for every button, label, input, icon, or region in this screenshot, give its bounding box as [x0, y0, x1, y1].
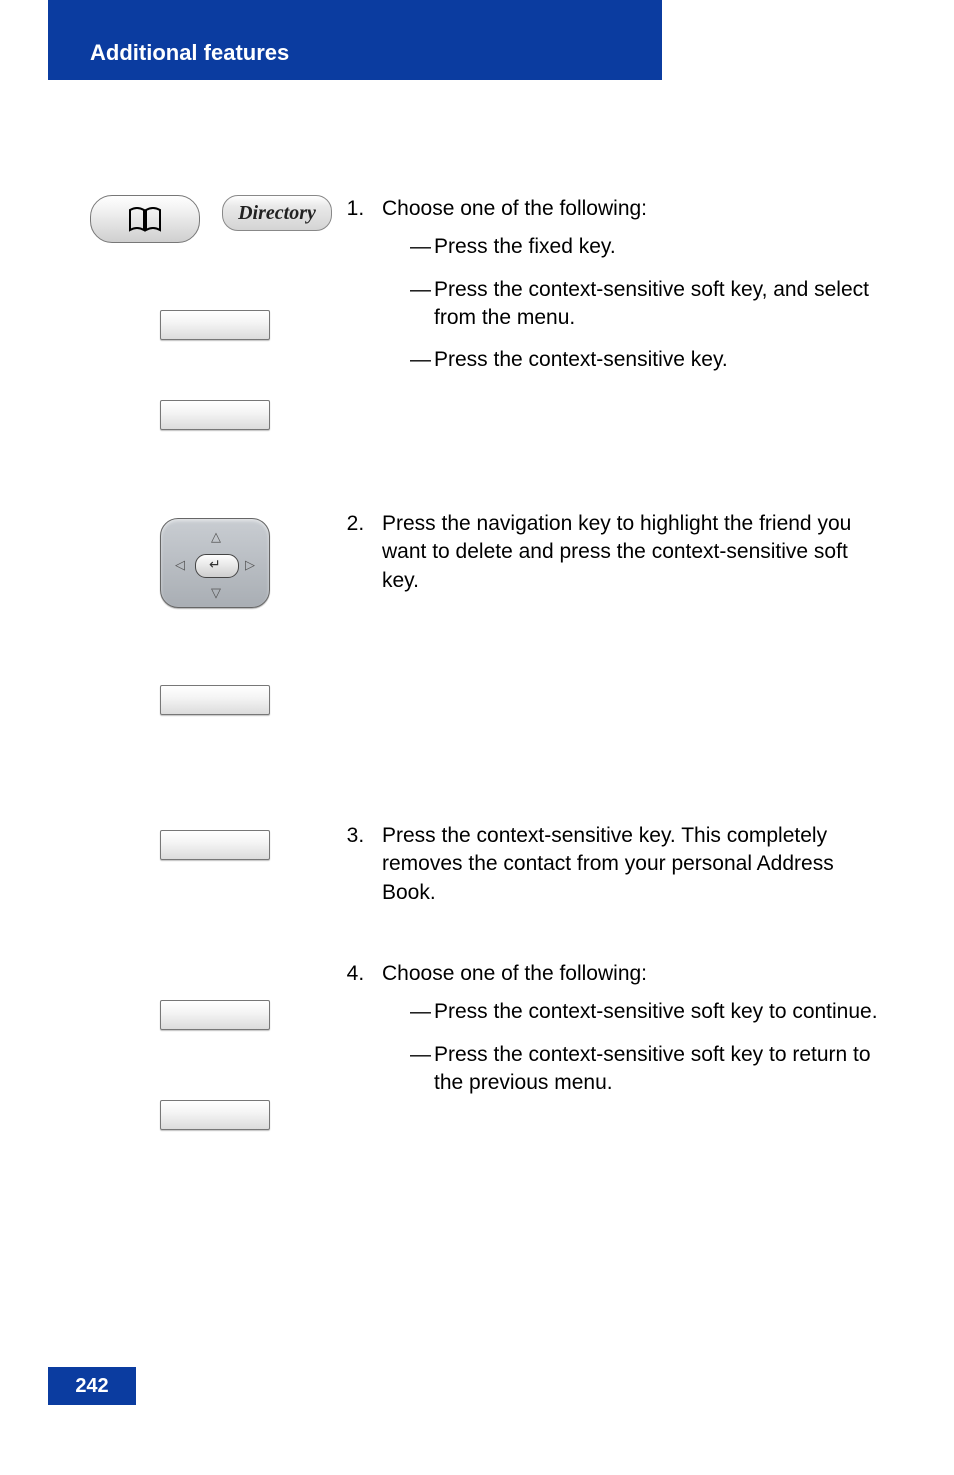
step4-opt-a: Press the context-sensitive soft key to … — [410, 998, 880, 1026]
book-icon — [128, 204, 162, 234]
step-3: Press the context-sensitive key. This co… — [370, 822, 880, 907]
step1-opt-b: Press the context-sensitive soft key, an… — [410, 276, 880, 333]
directory-softkey: Directory — [222, 195, 332, 231]
nav-right-icon: ▷ — [245, 557, 255, 573]
header-title: Additional features — [90, 40, 289, 66]
nav-left-icon: ◁ — [175, 557, 185, 573]
softkey-icon — [160, 685, 270, 715]
nav-enter-icon: ↵ — [209, 556, 221, 573]
step-1: Choose one of the following: Press the f… — [370, 195, 880, 375]
softkey-icon — [160, 1000, 270, 1030]
softkey-icon — [160, 310, 270, 340]
nav-up-icon: △ — [211, 529, 221, 545]
softkey-icon — [160, 1100, 270, 1130]
step4-opt-b: Press the context-sensitive soft key to … — [410, 1041, 880, 1098]
page-number: 242 — [48, 1367, 136, 1405]
step1-opt-a: Press the fixed key. — [410, 233, 880, 261]
step-2: Press the navigation key to highlight th… — [370, 510, 880, 595]
directory-label: Directory — [238, 202, 316, 225]
nav-down-icon: ▽ — [211, 585, 221, 601]
step1-opt-c: Press the context-sensitive key. — [410, 346, 880, 374]
step4-intro: Choose one of the following: — [382, 962, 647, 985]
softkey-icon — [160, 830, 270, 860]
step-4: Choose one of the following: Press the c… — [370, 960, 880, 1097]
softkey-icon — [160, 400, 270, 430]
step1-intro: Choose one of the following: — [382, 197, 647, 220]
directory-fixed-key-icon — [90, 195, 200, 243]
top-strip — [48, 0, 662, 26]
header-bar: Additional features — [48, 26, 662, 80]
navigation-pad-icon: △ ▽ ◁ ▷ ↵ — [160, 518, 270, 608]
